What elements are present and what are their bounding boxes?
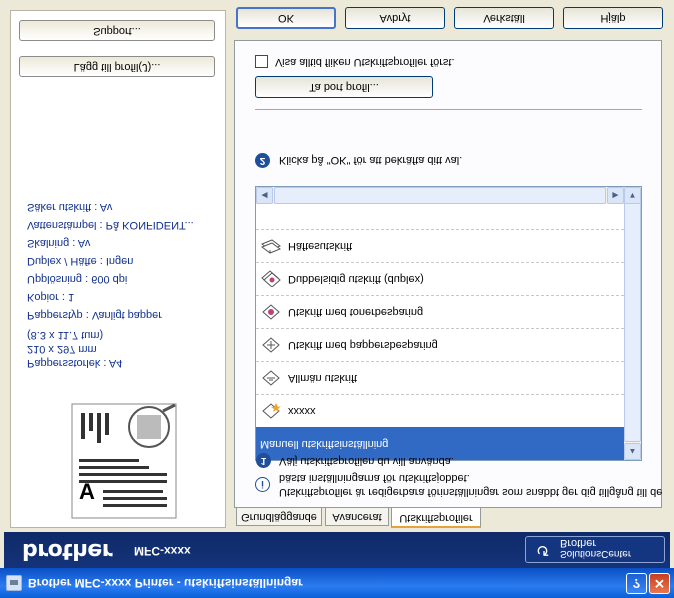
step-1-icon: 1 (256, 453, 271, 468)
profile-item-label: Allmän utskrift (288, 372, 358, 384)
info-copies: Kopior : 1 (27, 291, 75, 303)
info-resolution: Upplösning : 600 dpi (27, 273, 128, 285)
profile-item-booklet[interactable]: Häftesutskrift (256, 229, 624, 262)
profile-item-label: xxxxx (288, 405, 316, 417)
profile-item-label: Häftesutskrift (288, 240, 353, 252)
tab-advanced[interactable]: Avancerat (325, 508, 389, 526)
always-show-profiles-checkbox[interactable] (255, 55, 268, 68)
printer-preferences-window: Brother MFC-xxxx Printer - utskriftsinst… (0, 0, 674, 598)
tab-basic[interactable]: Grundläggande (236, 508, 322, 526)
title-close-button[interactable]: ✕ (649, 573, 670, 594)
always-show-profiles-label: Visa alltid fliken Utskriftsprofiler för… (275, 56, 455, 68)
scroll-up-arrow-icon[interactable]: ▼ (624, 187, 641, 204)
scroll-down-arrow-icon[interactable]: ▲ (624, 443, 641, 460)
info-icon: i (255, 477, 270, 492)
panel-divider (255, 109, 642, 110)
help-button[interactable]: Hjälp (563, 7, 663, 29)
info-paper-dimensions-inch: (8.3 x 11.7 tum) (27, 329, 104, 341)
vscroll-thumb[interactable] (624, 202, 641, 442)
step-2-icon: 2 (255, 153, 270, 168)
profile-item-label: Utskrift med tonerbesparing (288, 306, 424, 318)
profile-item-label: Utskrift med pappersbesparing (288, 339, 438, 351)
title-bar[interactable]: Brother MFC-xxxx Printer - utskriftsinst… (0, 568, 674, 598)
add-profile-button[interactable]: Lägg till profil(J)... (19, 56, 215, 77)
title-help-button[interactable]: ? (626, 573, 647, 594)
booklet-print-icon (261, 239, 281, 254)
info-paper-dimensions-mm: 210 x 297 mm (27, 343, 97, 355)
profile-item-duplex[interactable]: Dubbelsidig utskrift (duplex) (256, 262, 624, 295)
profile-item-paper-saving[interactable]: Utskrift med pappersbesparing (256, 328, 624, 361)
settings-preview-panel: A Pappersstorlek : A4 210 x 297 mm (8.3 … (10, 10, 226, 528)
delete-profile-button[interactable]: Ta bort profil... (255, 76, 433, 98)
info-watermark: Vattenstämpel : På KONFIDENT... (27, 219, 194, 231)
profiles-info-line1: Utskriftsprofiler är redigerbara förinst… (279, 486, 663, 498)
tab-print-profiles[interactable]: Utskriftsprofiler (391, 507, 481, 528)
ok-button[interactable]: OK (236, 7, 336, 29)
step-2-text: Klicka på "OK" för att bekräfta ditt val… (279, 154, 463, 166)
paper-saving-icon (262, 337, 280, 353)
profile-list-vscrollbar[interactable]: ▲ ▼ (624, 187, 641, 460)
support-button[interactable]: Support... (19, 20, 215, 41)
profile-item-label: Manuell utskriftsinställning (260, 438, 389, 450)
solutions-center-brand: Brother (560, 537, 597, 549)
print-profiles-panel: i Utskriftsprofiler är redigerbara förin… (234, 40, 662, 508)
brother-logo: brother (22, 538, 113, 563)
custom-profile-icon (262, 403, 281, 419)
scroll-right-arrow-icon[interactable]: ▶ (607, 187, 624, 204)
apply-button[interactable]: Verkställ (454, 7, 554, 29)
profile-item-custom[interactable]: xxxxx (256, 394, 624, 427)
general-print-icon (262, 370, 280, 386)
model-name: MFC-xxxx (134, 544, 191, 558)
profile-item-toner-saving[interactable]: Utskrift med tonerbesparing (256, 295, 624, 328)
brother-banner: brother MFC-xxxx ↺ SolutionsCenter Broth… (4, 532, 670, 568)
window-title: Brother MFC-xxxx Printer - utskriftsinst… (28, 576, 303, 590)
solutions-center-label: SolutionsCenter (560, 548, 632, 559)
solutions-center-button[interactable]: ↺ SolutionsCenter Brother (525, 536, 665, 563)
info-duplex-booklet: Duplex / Häfte : Ingen (27, 255, 134, 267)
info-paper-size: Pappersstorlek : A4 (27, 357, 123, 369)
profile-list[interactable]: Manuell utskriftsinställning xxxxx Allmä… (255, 186, 642, 461)
info-paper-type: Papperstyp : Vanligt papper (27, 309, 162, 321)
cancel-button[interactable]: Avbryt (345, 7, 445, 29)
toner-saving-icon (262, 304, 280, 320)
question-mark-icon: ? (632, 576, 641, 591)
profiles-info-line2: bästa inställningarna för utskriftsjobbe… (279, 472, 470, 484)
scroll-left-arrow-icon[interactable]: ◀ (256, 187, 273, 204)
duplex-print-icon (261, 270, 281, 287)
close-icon: ✕ (654, 576, 665, 591)
profile-item-general[interactable]: Allmän utskrift (256, 361, 624, 394)
hscroll-thumb[interactable] (274, 187, 606, 204)
solutions-center-icon: ↺ (536, 541, 550, 558)
profile-item-label: Dubbelsidig utskrift (duplex) (288, 273, 424, 285)
step-1-text: Välj utskriftsprofilen du vill använda. (279, 455, 454, 467)
info-scaling: Skalning : Av (27, 237, 91, 249)
info-secure-print: Säker utskrift : Av (27, 201, 113, 213)
printer-icon (6, 575, 22, 591)
page-preview-thumbnail: A (71, 403, 177, 519)
profile-list-hscrollbar[interactable]: ◀ ▶ (256, 187, 624, 204)
